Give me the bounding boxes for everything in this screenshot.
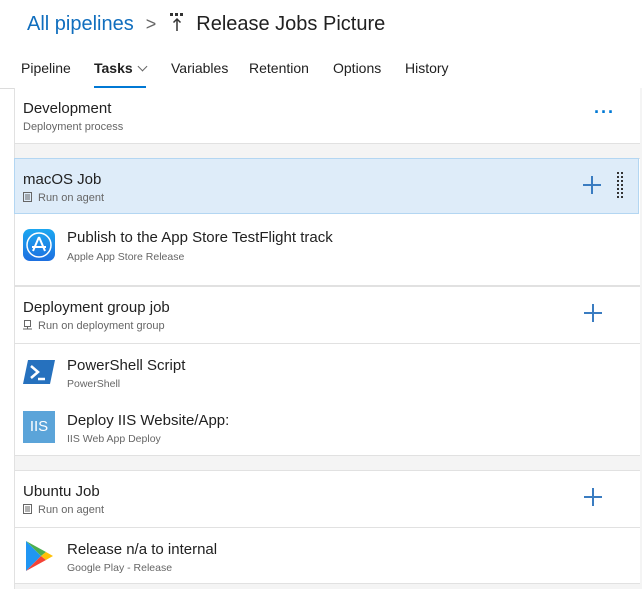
stage-title: Development	[23, 100, 112, 117]
chevron-down-icon	[137, 61, 148, 72]
job-subtitle-text: Run on agent	[38, 192, 105, 204]
task-title: Release n/a to internal	[67, 541, 218, 558]
tab-history[interactable]: History	[405, 50, 449, 88]
tab-label: History	[405, 60, 449, 76]
tab-label: Retention	[249, 60, 309, 76]
tab-retention[interactable]: Retention	[249, 50, 309, 88]
tab-label: Variables	[171, 60, 229, 76]
task-subtitle: Apple App Store Release	[67, 251, 185, 263]
tab-tasks[interactable]: Tasks	[94, 50, 148, 88]
job-subtitle-text: Run on agent	[38, 504, 105, 516]
more-actions-icon[interactable]: ···	[594, 102, 615, 123]
tasks-panel: Development Deployment process ··· macOS…	[14, 88, 642, 589]
job-card-ubuntu: Ubuntu Job Run on agent Release n/a to i…	[15, 470, 640, 584]
job-title: Ubuntu Job	[23, 483, 100, 500]
task-row[interactable]: IIS Deploy IIS Website/App: IIS Web App …	[15, 399, 640, 455]
task-title: Publish to the App Store TestFlight trac…	[67, 229, 333, 246]
job-card-macos: macOS Job Run on agent Publish to the Ap…	[14, 158, 640, 286]
release-pipeline-icon	[170, 13, 184, 31]
deployment-group-icon	[23, 320, 32, 330]
add-task-icon[interactable]	[583, 176, 601, 194]
tab-variables[interactable]: Variables	[171, 50, 228, 88]
job-subtitle: Run on agent	[23, 504, 104, 516]
tab-pipeline[interactable]: Pipeline	[21, 50, 71, 88]
task-subtitle: IIS Web App Deploy	[67, 433, 161, 445]
all-pipelines-link[interactable]: All pipelines	[27, 13, 134, 36]
drag-handle-icon[interactable]	[617, 172, 623, 200]
add-task-icon[interactable]	[584, 488, 602, 506]
task-row[interactable]: PowerShell Script PowerShell	[15, 343, 640, 399]
agent-icon	[23, 192, 32, 202]
job-row-macos[interactable]: macOS Job Run on agent	[14, 158, 639, 214]
task-title: PowerShell Script	[67, 357, 186, 374]
tab-label: Tasks	[94, 60, 133, 76]
tab-bar: Pipeline Tasks Variables Retention Optio…	[0, 50, 642, 88]
tab-label: Pipeline	[21, 60, 71, 76]
breadcrumb-separator: >	[145, 13, 157, 34]
job-subtitle-text: Run on deployment group	[38, 320, 165, 332]
breadcrumb: All pipelines > Release Jobs Picture	[27, 9, 385, 39]
task-row[interactable]: Publish to the App Store TestFlight trac…	[15, 215, 640, 285]
task-row[interactable]: Release n/a to internal Google Play - Re…	[15, 527, 640, 583]
job-title: macOS Job	[23, 171, 102, 188]
google-play-icon	[26, 541, 53, 571]
agent-icon	[23, 504, 32, 514]
job-row-deployment-group[interactable]: Deployment group job Run on deployment g…	[15, 287, 640, 343]
tab-label: Options	[333, 60, 382, 76]
job-subtitle: Run on agent	[23, 192, 104, 204]
stage-header[interactable]: Development Deployment process ···	[15, 88, 640, 144]
job-card-deployment-group: Deployment group job Run on deployment g…	[15, 286, 640, 456]
app-store-icon	[23, 229, 55, 261]
job-subtitle: Run on deployment group	[23, 320, 165, 332]
stage-subtitle: Deployment process	[23, 121, 124, 133]
add-task-icon[interactable]	[584, 304, 602, 322]
pipeline-title: Release Jobs Picture	[196, 12, 386, 35]
tab-options[interactable]: Options	[333, 50, 381, 88]
powershell-icon	[23, 360, 55, 384]
job-title: Deployment group job	[23, 299, 170, 316]
task-title: Deploy IIS Website/App:	[67, 412, 230, 429]
task-subtitle: PowerShell	[67, 378, 121, 390]
task-subtitle: Google Play - Release	[67, 562, 173, 574]
iis-icon: IIS	[23, 411, 55, 443]
job-row-ubuntu[interactable]: Ubuntu Job Run on agent	[15, 471, 640, 527]
